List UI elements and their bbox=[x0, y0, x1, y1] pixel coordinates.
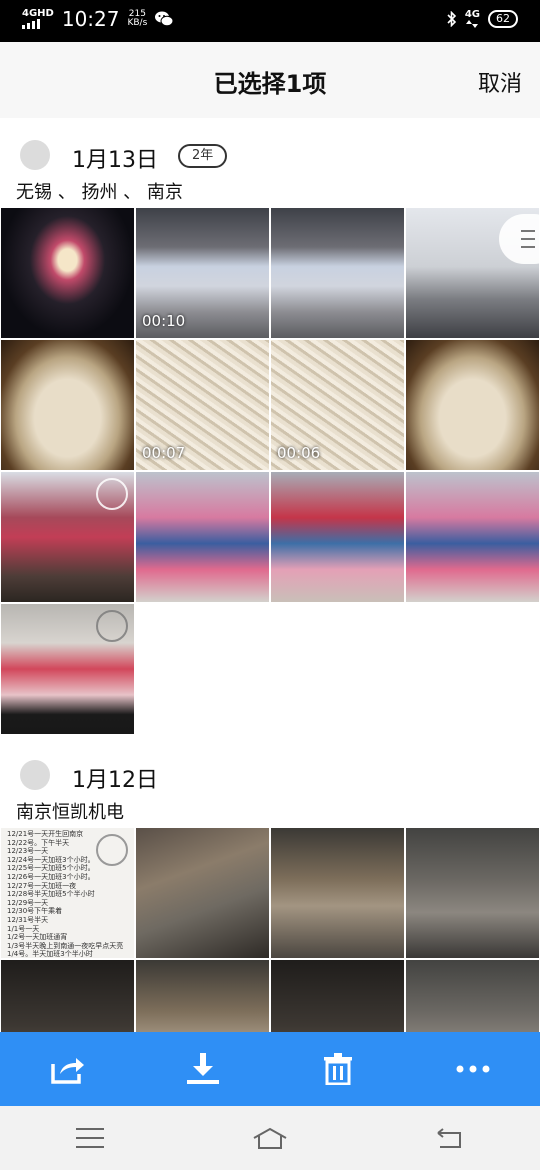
group-select-checkbox[interactable] bbox=[20, 760, 50, 790]
video-duration: 00:06 bbox=[277, 444, 321, 462]
signal-icon bbox=[22, 19, 40, 29]
video-thumbnail[interactable]: 00:06 bbox=[271, 340, 404, 470]
video-duration: 00:10 bbox=[142, 312, 186, 330]
network-label: 4GHD bbox=[22, 8, 54, 19]
status-bar: 4GHD 10:27 215 KB/s 4G 62 bbox=[0, 0, 540, 42]
photo-thumbnail[interactable] bbox=[136, 960, 269, 1032]
network-right-label: 4G bbox=[464, 9, 480, 20]
group-date: 1月12日 bbox=[72, 768, 158, 793]
photo-thumbnail[interactable] bbox=[271, 828, 404, 958]
select-circle[interactable] bbox=[96, 834, 128, 866]
group-location: 无锡 、 扬州 、 南京 bbox=[16, 182, 183, 203]
home-icon bbox=[253, 1127, 287, 1149]
video-thumbnail[interactable]: 00:07 bbox=[136, 340, 269, 470]
list-icon bbox=[521, 230, 535, 248]
share-button[interactable] bbox=[38, 1044, 98, 1094]
group-select-checkbox[interactable] bbox=[20, 140, 50, 170]
date-group-header: 1月13日 2年 无锡 、 扬州 、 南京 bbox=[0, 118, 540, 208]
photo-thumbnail[interactable] bbox=[1, 208, 134, 338]
photo-thumbnail[interactable] bbox=[406, 340, 539, 470]
delete-icon bbox=[323, 1053, 352, 1085]
share-icon bbox=[50, 1058, 84, 1084]
more-button[interactable] bbox=[443, 1044, 503, 1094]
delete-button[interactable] bbox=[308, 1044, 368, 1094]
photo-thumbnail[interactable] bbox=[271, 960, 404, 1032]
back-button[interactable] bbox=[420, 1118, 480, 1158]
mobile-network: 4G bbox=[465, 10, 480, 28]
drag-handle[interactable] bbox=[499, 214, 539, 264]
selection-header: 已选择1项 取消 bbox=[0, 42, 540, 118]
bluetooth-icon bbox=[447, 11, 456, 27]
photo-thumbnail[interactable] bbox=[271, 472, 404, 602]
photo-thumbnail[interactable] bbox=[1, 960, 134, 1032]
back-icon bbox=[437, 1128, 461, 1148]
group-location: 南京恒凯机电 bbox=[16, 802, 124, 823]
group-date: 1月13日 bbox=[72, 148, 158, 173]
select-circle[interactable] bbox=[96, 478, 128, 510]
years-ago-badge: 2年 bbox=[178, 144, 228, 168]
photo-grid: 12/21号一天开生回南京 12/22号。下午半天 12/23号一天 12/24… bbox=[0, 828, 540, 1032]
page-title: 已选择1项 bbox=[213, 70, 327, 98]
wechat-icon bbox=[155, 11, 174, 27]
battery-indicator: 62 bbox=[488, 10, 518, 28]
home-button[interactable] bbox=[240, 1118, 300, 1158]
photo-grid: 00:10 00:07 00:06 bbox=[0, 208, 540, 734]
cancel-button[interactable]: 取消 bbox=[478, 66, 522, 98]
video-thumbnail[interactable]: 00:10 bbox=[136, 208, 269, 338]
more-icon bbox=[456, 1065, 489, 1073]
menu-icon bbox=[76, 1128, 104, 1148]
system-nav-bar bbox=[0, 1106, 540, 1170]
download-button[interactable] bbox=[173, 1044, 233, 1094]
photo-thumbnail[interactable]: 12/21号一天开生回南京 12/22号。下午半天 12/23号一天 12/24… bbox=[1, 828, 134, 958]
date-group-header: 1月12日 南京恒凯机电 bbox=[0, 738, 540, 828]
photo-thumbnail[interactable] bbox=[271, 208, 404, 338]
photo-gallery[interactable]: 1月13日 2年 无锡 、 扬州 、 南京 00:10 00:07 00:06 bbox=[0, 118, 540, 1032]
data-arrows-icon bbox=[466, 20, 479, 28]
download-icon bbox=[186, 1053, 219, 1084]
network-speed: 215 KB/s bbox=[127, 10, 147, 28]
selection-action-bar bbox=[0, 1032, 540, 1106]
photo-thumbnail[interactable] bbox=[406, 828, 539, 958]
photo-thumbnail[interactable] bbox=[1, 340, 134, 470]
photo-thumbnail[interactable] bbox=[406, 960, 539, 1032]
photo-thumbnail[interactable] bbox=[1, 604, 134, 734]
signal-indicator: 4GHD bbox=[22, 9, 54, 29]
photo-thumbnail[interactable] bbox=[406, 208, 539, 338]
photo-thumbnail[interactable] bbox=[136, 828, 269, 958]
clock: 10:27 bbox=[61, 7, 120, 31]
menu-button[interactable] bbox=[60, 1118, 120, 1158]
video-duration: 00:07 bbox=[142, 444, 186, 462]
speed-unit: KB/s bbox=[127, 18, 148, 28]
select-circle[interactable] bbox=[96, 610, 128, 642]
photo-thumbnail[interactable] bbox=[1, 472, 134, 602]
photo-thumbnail[interactable] bbox=[136, 472, 269, 602]
photo-thumbnail[interactable] bbox=[406, 472, 539, 602]
